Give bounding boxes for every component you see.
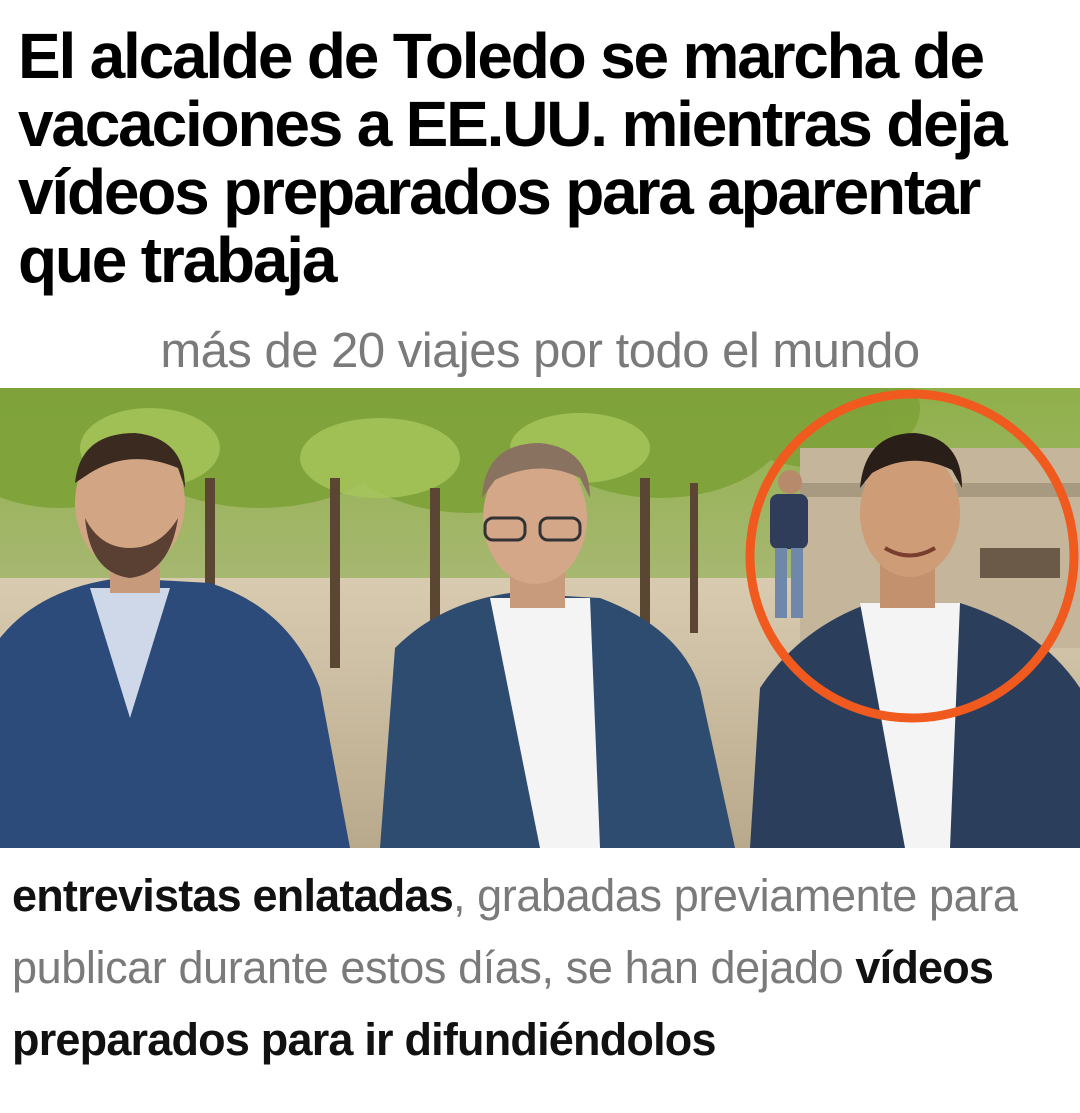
subheadline: más de 20 viajes por todo el mundo [160, 324, 920, 378]
news-photo [0, 388, 1080, 848]
photo-illustration [0, 388, 1080, 848]
caption-bold-1: entrevistas enlatadas [12, 870, 454, 921]
caption: entrevistas enlatadas, grabadas previame… [12, 860, 1072, 1076]
headline: El alcalde de Toledo se marcha de vacaci… [18, 20, 1008, 296]
